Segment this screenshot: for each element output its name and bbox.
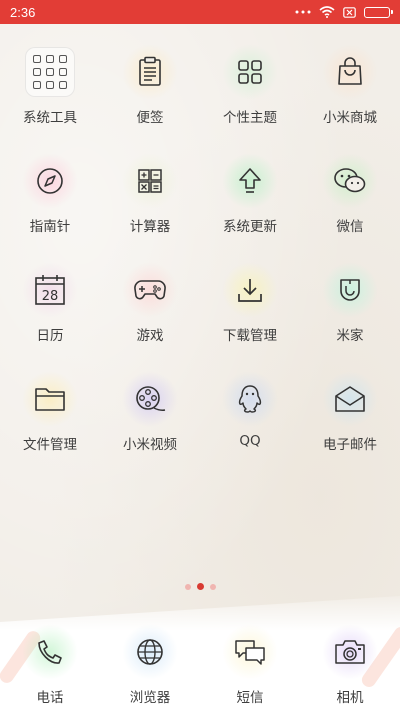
globe-icon <box>137 639 163 665</box>
no-sim-icon <box>343 6 356 18</box>
app-label: 游戏 <box>136 328 164 344</box>
app-label: 米家 <box>336 328 364 344</box>
wifi-icon <box>319 6 335 18</box>
app-wechat[interactable]: 微信 <box>300 149 400 258</box>
dock-label: 浏览器 <box>129 690 171 706</box>
app-label: 小米商城 <box>323 110 377 126</box>
dock-app-phone[interactable]: 电话 <box>0 620 100 706</box>
app-downloads[interactable]: 下载管理 <box>200 258 300 367</box>
dock-label: 电话 <box>36 690 64 706</box>
app-mi-video[interactable]: 小米视频 <box>100 367 200 476</box>
app-file-manager[interactable]: 文件管理 <box>0 367 100 476</box>
file-folder-icon <box>35 388 65 411</box>
app-calculator[interactable]: 计算器 <box>100 149 200 258</box>
envelope-icon <box>335 386 365 412</box>
app-grid: 系统工具 便签 个性主题 小米商城 指南针 计算器 系统更新 微信 28 日历 … <box>0 40 400 476</box>
download-icon <box>238 279 262 302</box>
shopping-bag-icon <box>338 57 362 85</box>
notes-icon <box>139 56 161 86</box>
compass-icon <box>37 168 63 194</box>
page-dot-active[interactable] <box>196 583 204 590</box>
app-label: 文件管理 <box>23 437 77 453</box>
app-email[interactable]: 电子邮件 <box>300 367 400 476</box>
camera-icon <box>335 640 365 664</box>
app-label: QQ <box>239 433 261 449</box>
message-icon <box>235 640 265 665</box>
app-label: 日历 <box>36 328 64 344</box>
status-time: 2:36 <box>10 4 36 20</box>
dock-app-camera[interactable]: 相机 <box>300 620 400 706</box>
dock-label: 短信 <box>236 690 264 706</box>
app-system-tools[interactable]: 系统工具 <box>0 40 100 149</box>
app-qq[interactable]: QQ <box>200 367 300 476</box>
app-label: 微信 <box>336 219 364 235</box>
film-reel-icon <box>136 386 166 411</box>
app-label: 系统工具 <box>23 110 77 126</box>
app-label: 小米视频 <box>123 437 177 453</box>
mijia-icon <box>340 279 360 301</box>
app-system-update[interactable]: 系统更新 <box>200 149 300 258</box>
calendar-day: 28 <box>42 289 59 304</box>
app-games[interactable]: 游戏 <box>100 258 200 367</box>
app-mi-store[interactable]: 小米商城 <box>300 40 400 149</box>
app-label: 电子邮件 <box>323 437 377 453</box>
update-arrow-icon <box>239 168 261 193</box>
app-label: 计算器 <box>129 219 171 235</box>
app-compass[interactable]: 指南针 <box>0 149 100 258</box>
folder-icon <box>25 47 75 97</box>
status-bar: 2:36 <box>0 0 400 24</box>
overflow-dots-icon <box>295 10 311 14</box>
app-notes[interactable]: 便签 <box>100 40 200 149</box>
qq-penguin-icon <box>238 385 262 413</box>
dock: 电话 浏览器 短信 相机 <box>0 620 400 706</box>
page-dot[interactable] <box>209 583 216 590</box>
app-themes[interactable]: 个性主题 <box>200 40 300 149</box>
dock-app-browser[interactable]: 浏览器 <box>100 620 200 706</box>
app-calendar[interactable]: 28 日历 <box>0 258 100 367</box>
dock-app-messages[interactable]: 短信 <box>200 620 300 706</box>
page-indicator[interactable] <box>0 583 400 590</box>
gamepad-icon <box>134 280 166 300</box>
app-label: 系统更新 <box>223 219 277 235</box>
phone-icon <box>38 640 62 664</box>
battery-icon <box>364 6 393 18</box>
page-dot[interactable] <box>184 583 191 590</box>
calculator-icon <box>138 169 162 193</box>
app-label: 指南针 <box>29 219 71 235</box>
calendar-icon: 28 <box>35 275 65 305</box>
app-label: 下载管理 <box>223 328 277 344</box>
app-label: 便签 <box>136 110 164 126</box>
app-mijia[interactable]: 米家 <box>300 258 400 367</box>
wechat-icon <box>334 168 366 193</box>
app-label: 个性主题 <box>223 110 277 126</box>
themes-icon <box>238 60 262 84</box>
dock-label: 相机 <box>336 690 364 706</box>
